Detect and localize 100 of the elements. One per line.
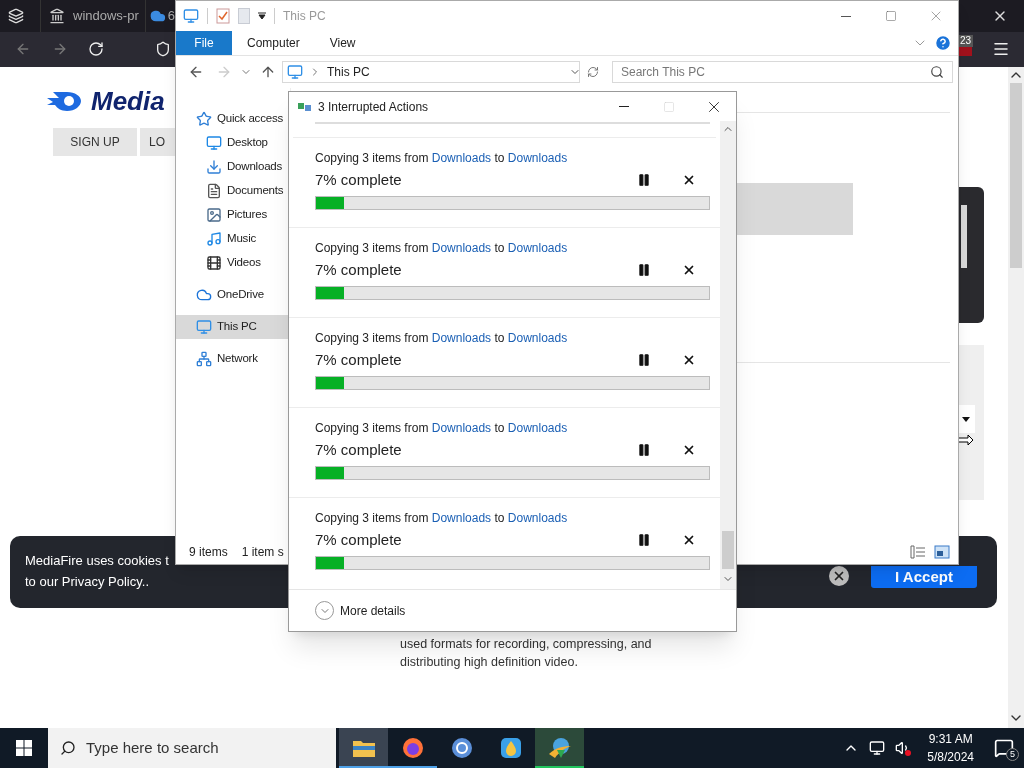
pause-icon[interactable] xyxy=(637,353,651,367)
reload-icon[interactable] xyxy=(88,41,104,57)
cloud-icon xyxy=(196,287,212,303)
window-title: This PC xyxy=(283,8,326,25)
nav-item[interactable]: Pictures xyxy=(176,203,290,227)
operation-description: Copying 3 items from Downloads to Downloads xyxy=(315,241,569,256)
more-details-link[interactable]: More details xyxy=(340,601,406,620)
file-menu-button[interactable]: File xyxy=(176,31,232,55)
cancel-icon[interactable] xyxy=(682,533,696,547)
logo-text: Media xyxy=(91,88,165,114)
nav-item[interactable]: Music xyxy=(176,227,290,251)
operation-description: Copying 3 items from Downloads to Downloads xyxy=(315,421,569,436)
nav-item[interactable]: Quick access xyxy=(176,107,290,131)
destination-link[interactable]: Downloads xyxy=(507,511,568,525)
message-icon xyxy=(994,738,1014,758)
back-icon[interactable] xyxy=(15,41,31,57)
progress-status: 7% complete xyxy=(315,169,402,190)
destination-link[interactable]: Downloads xyxy=(507,421,568,435)
address-text: This PC xyxy=(327,64,370,81)
caret-icon xyxy=(962,416,970,422)
film-icon xyxy=(206,255,222,271)
operation-description: Copying 3 items from Downloads to Downloads xyxy=(315,331,569,346)
tab-title: 6 xyxy=(167,7,175,26)
tab-list-icon[interactable] xyxy=(8,8,24,24)
nav-item[interactable]: Network xyxy=(176,347,290,371)
volume-muted-icon[interactable] xyxy=(895,740,912,756)
document-icon xyxy=(206,183,222,199)
dismiss-button[interactable] xyxy=(829,566,849,586)
search-icon xyxy=(60,740,76,756)
cancel-icon[interactable] xyxy=(682,443,696,457)
nav-item[interactable]: Documents xyxy=(176,179,290,203)
back-icon[interactable] xyxy=(188,64,204,80)
search-icon xyxy=(930,65,944,79)
nav-item[interactable]: Desktop xyxy=(176,131,290,155)
cancel-icon[interactable] xyxy=(682,173,696,187)
source-link[interactable]: Downloads xyxy=(431,421,492,435)
clock-time[interactable]: 9:31 AM xyxy=(928,730,973,748)
pause-icon[interactable] xyxy=(637,263,651,277)
download-arrow-icon xyxy=(206,159,222,175)
pause-icon[interactable] xyxy=(637,443,651,457)
status-text: 1 item s xyxy=(241,544,284,561)
picture-icon xyxy=(206,207,222,223)
source-link[interactable]: Downloads xyxy=(431,241,492,255)
pause-icon[interactable] xyxy=(637,533,651,547)
progress-status: 7% complete xyxy=(315,529,402,550)
circle-icon xyxy=(449,736,474,760)
refresh-icon[interactable] xyxy=(587,66,599,78)
paragraph-line: distributing high definition video. xyxy=(400,654,579,671)
notification-center-button[interactable]: 5 xyxy=(984,728,1024,768)
cookie-text: MediaFire uses cookies t xyxy=(25,553,169,568)
up-icon[interactable] xyxy=(260,64,276,80)
music-note-icon xyxy=(206,231,222,247)
page-nav-button[interactable]: SIGN UP xyxy=(53,128,137,156)
minimize-icon xyxy=(840,15,851,17)
checklist-icon xyxy=(216,8,230,24)
nav-item[interactable]: This PC xyxy=(176,315,290,339)
nav-item[interactable]: Videos xyxy=(176,251,290,275)
clock-date[interactable]: 5/8/2024 xyxy=(927,748,974,766)
dropdown-caret-icon[interactable] xyxy=(258,12,266,20)
forward-icon[interactable] xyxy=(52,41,68,57)
large-icons-view-icon[interactable] xyxy=(934,545,950,559)
help-icon[interactable] xyxy=(934,34,952,52)
pause-icon[interactable] xyxy=(637,173,651,187)
paragraph-line: used formats for recording, compressing, and xyxy=(400,636,652,653)
source-link[interactable]: Downloads xyxy=(431,331,492,345)
progress-status: 7% complete xyxy=(315,439,402,460)
source-link[interactable]: Downloads xyxy=(431,511,492,525)
search-field[interactable]: Search This PC xyxy=(612,61,953,83)
source-link[interactable]: Downloads xyxy=(431,151,492,165)
destination-link[interactable]: Downloads xyxy=(507,241,568,255)
page-nav-button[interactable]: LO xyxy=(140,128,175,156)
nav-item[interactable]: Downloads xyxy=(176,155,290,179)
cloud-icon xyxy=(150,8,166,24)
accept-button[interactable]: I Accept xyxy=(871,566,977,588)
shield-icon[interactable] xyxy=(155,41,171,57)
folder-icon xyxy=(351,738,376,758)
fox-globe-icon xyxy=(400,736,425,760)
menu-icon[interactable] xyxy=(992,40,1010,58)
pillars-icon xyxy=(49,8,65,24)
cookie-text: to our Privacy Policy.. xyxy=(25,574,151,589)
taskbar-search-field[interactable]: Type here to search xyxy=(48,728,336,768)
taskbar-app[interactable] xyxy=(339,728,388,768)
scrollbar-thumb[interactable] xyxy=(722,531,734,569)
status-text: 9 items xyxy=(189,544,228,561)
destination-link[interactable]: Downloads xyxy=(507,151,568,165)
star-icon xyxy=(196,111,212,127)
scrollbar-thumb[interactable] xyxy=(1010,83,1022,268)
blank-page-icon xyxy=(238,8,250,24)
maximize-icon xyxy=(662,100,675,113)
computer-icon xyxy=(287,64,303,80)
cancel-icon[interactable] xyxy=(682,263,696,277)
nav-item[interactable]: OneDrive xyxy=(176,283,290,307)
ribbon-tab[interactable]: View xyxy=(314,31,371,55)
cancel-icon[interactable] xyxy=(682,353,696,367)
notification-count: 5 xyxy=(1006,748,1019,761)
ribbon-tab[interactable]: Computer xyxy=(232,31,315,55)
progress-status: 7% complete xyxy=(315,259,402,280)
destination-link[interactable]: Downloads xyxy=(507,331,568,345)
dialog-title: 3 Interrupted Actions xyxy=(318,98,429,116)
copy-icon xyxy=(298,100,312,113)
